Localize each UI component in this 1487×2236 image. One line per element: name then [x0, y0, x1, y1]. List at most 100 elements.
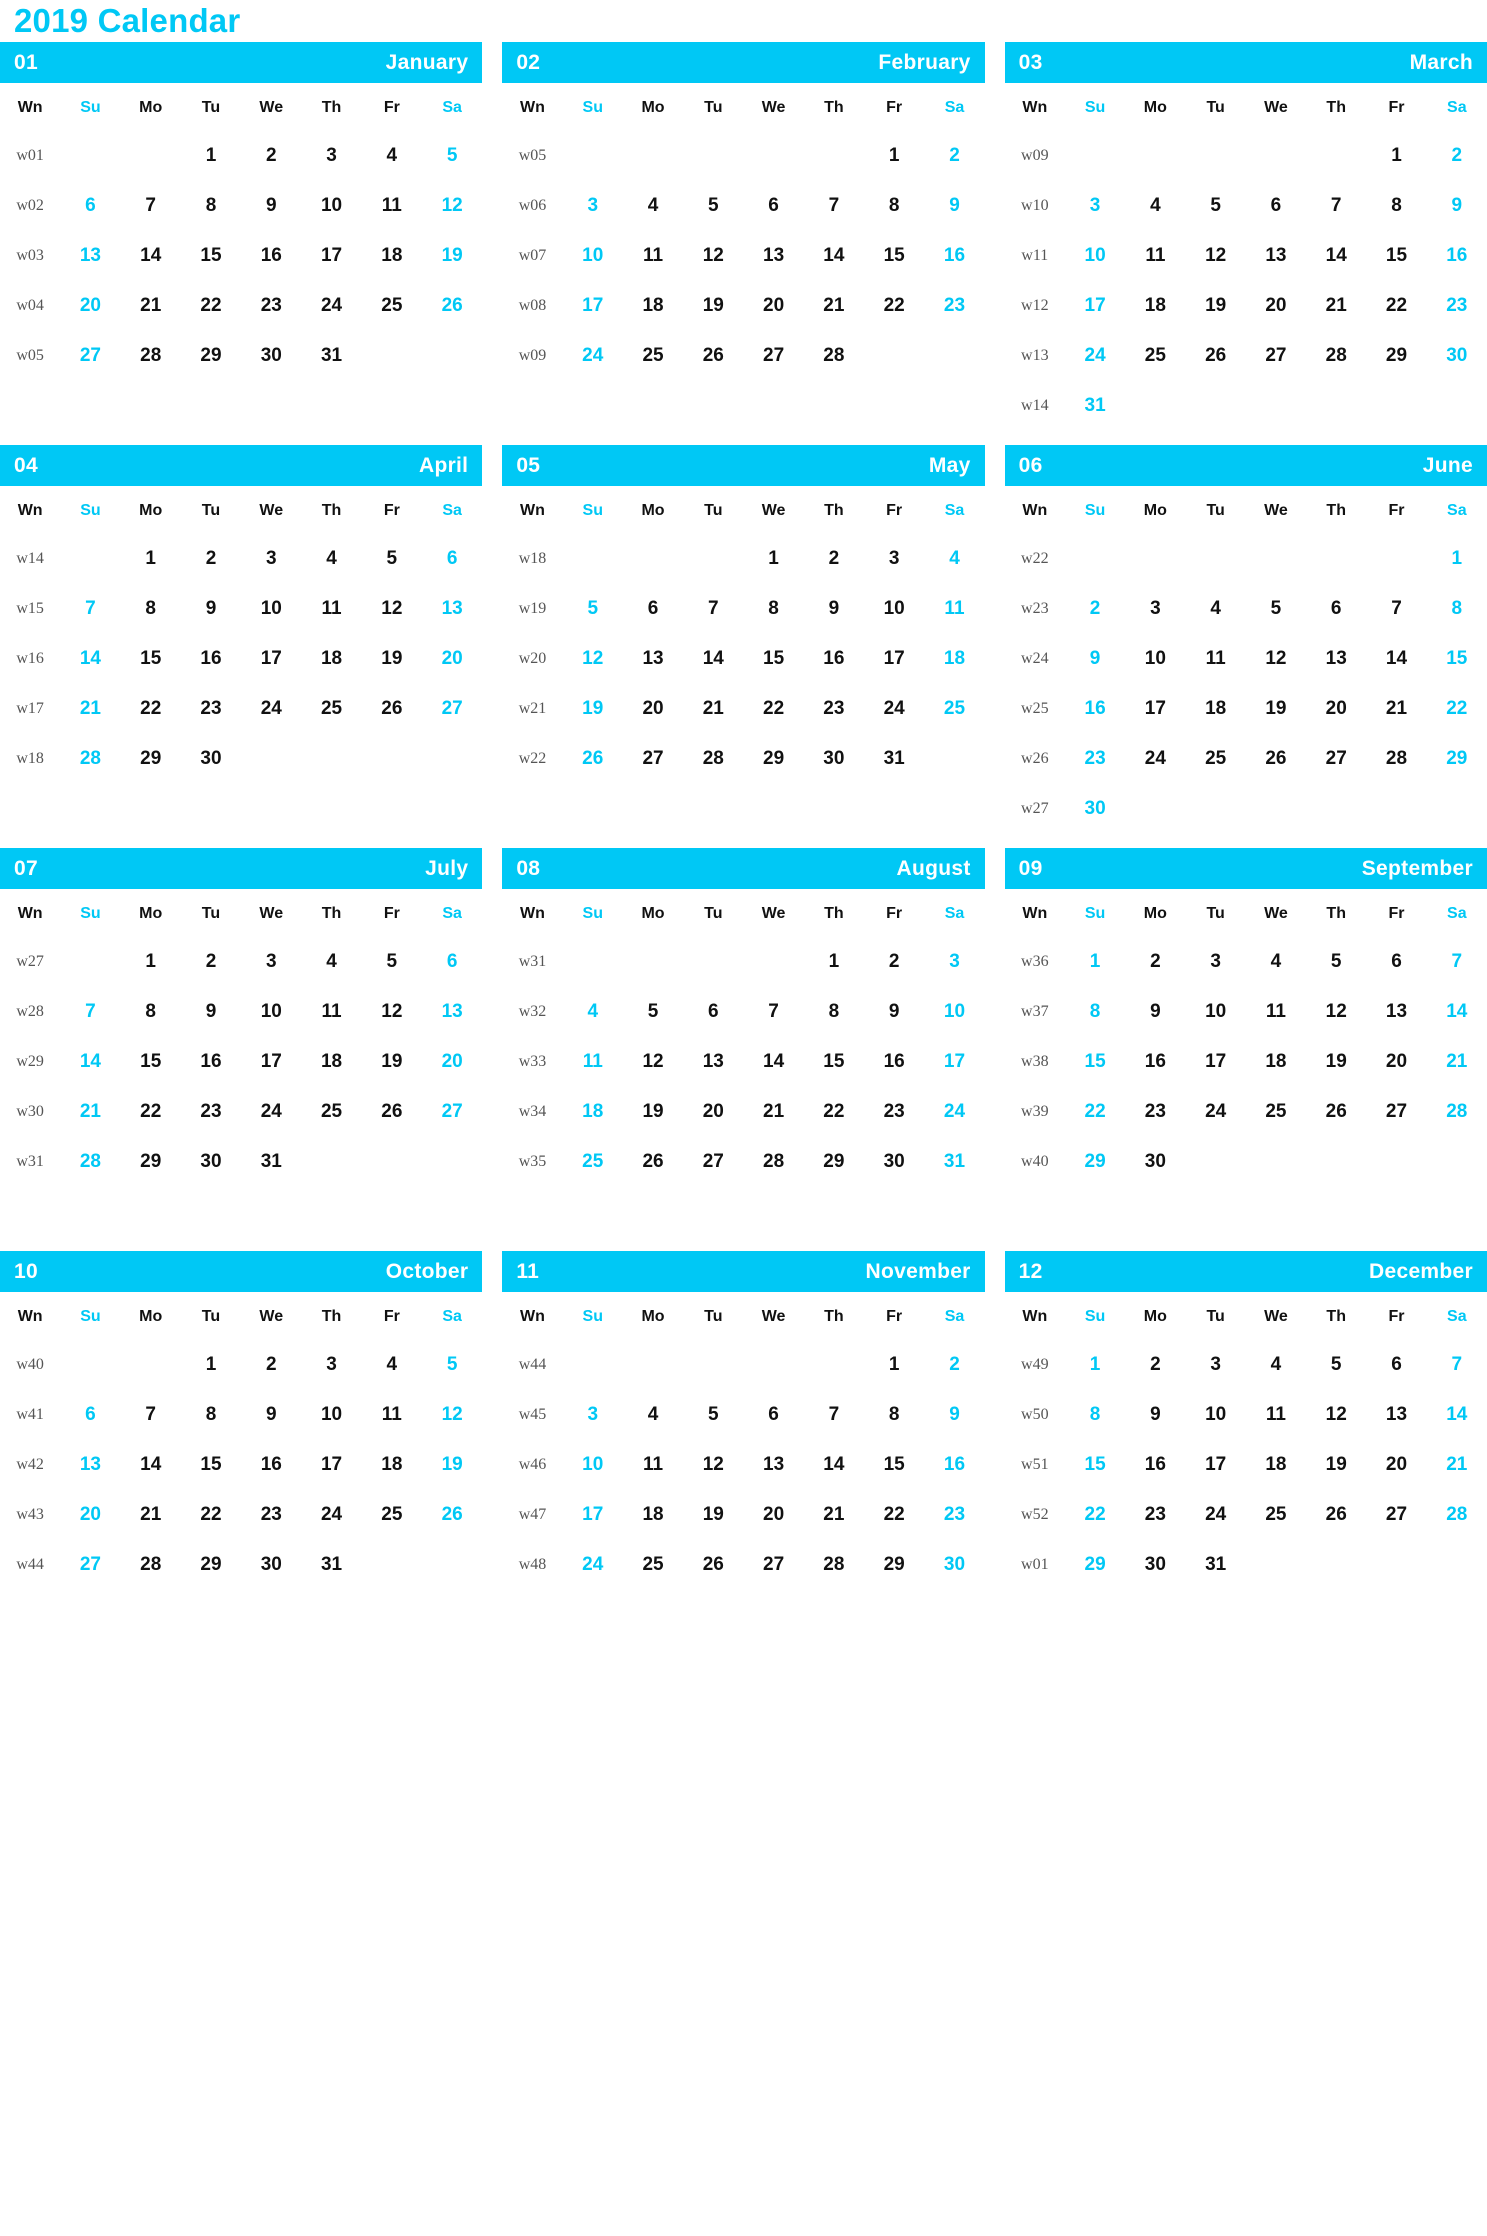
day-cell[interactable]: 13	[623, 634, 683, 684]
day-cell[interactable]: 19	[683, 1490, 743, 1540]
day-cell[interactable]: 30	[804, 734, 864, 784]
day-cell[interactable]: 14	[804, 231, 864, 281]
day-cell[interactable]: 19	[1246, 684, 1306, 734]
day-cell[interactable]: 23	[1125, 1490, 1185, 1540]
day-cell[interactable]: 11	[362, 181, 422, 231]
day-cell[interactable]: 5	[362, 534, 422, 584]
day-cell[interactable]: 25	[301, 1087, 361, 1137]
day-cell[interactable]: 3	[1125, 584, 1185, 634]
day-cell[interactable]: 25	[563, 1137, 623, 1187]
day-cell[interactable]: 7	[1427, 1340, 1487, 1390]
day-cell[interactable]: 2	[1427, 131, 1487, 181]
day-cell[interactable]: 20	[1246, 281, 1306, 331]
day-cell[interactable]: 5	[683, 1390, 743, 1440]
day-cell[interactable]: 20	[743, 281, 803, 331]
day-cell[interactable]: 16	[924, 231, 984, 281]
day-cell[interactable]: 15	[743, 634, 803, 684]
day-cell[interactable]: 25	[362, 281, 422, 331]
day-cell[interactable]: 17	[1065, 281, 1125, 331]
day-cell[interactable]: 20	[422, 634, 482, 684]
day-cell[interactable]: 16	[924, 1440, 984, 1490]
day-cell[interactable]: 28	[60, 734, 120, 784]
day-cell[interactable]: 23	[1125, 1087, 1185, 1137]
day-cell[interactable]: 18	[301, 1037, 361, 1087]
day-cell[interactable]: 23	[1065, 734, 1125, 784]
day-cell[interactable]: 27	[1366, 1490, 1426, 1540]
day-cell[interactable]: 2	[181, 534, 241, 584]
day-cell[interactable]: 29	[121, 1137, 181, 1187]
day-cell[interactable]: 6	[60, 1390, 120, 1440]
day-cell[interactable]: 15	[1065, 1037, 1125, 1087]
day-cell[interactable]: 27	[1366, 1087, 1426, 1137]
day-cell[interactable]: 8	[1366, 181, 1426, 231]
day-cell[interactable]: 10	[563, 1440, 623, 1490]
day-cell[interactable]: 9	[924, 1390, 984, 1440]
day-cell[interactable]: 10	[924, 987, 984, 1037]
day-cell[interactable]: 23	[241, 1490, 301, 1540]
day-cell[interactable]: 1	[121, 534, 181, 584]
day-cell[interactable]: 4	[1125, 181, 1185, 231]
day-cell[interactable]: 28	[1427, 1087, 1487, 1137]
day-cell[interactable]: 9	[181, 584, 241, 634]
day-cell[interactable]: 18	[362, 1440, 422, 1490]
day-cell[interactable]: 22	[121, 1087, 181, 1137]
day-cell[interactable]: 24	[924, 1087, 984, 1137]
day-cell[interactable]: 9	[804, 584, 864, 634]
day-cell[interactable]: 25	[301, 684, 361, 734]
day-cell[interactable]: 1	[181, 1340, 241, 1390]
day-cell[interactable]: 30	[1427, 331, 1487, 381]
day-cell[interactable]: 24	[563, 1540, 623, 1590]
day-cell[interactable]: 4	[301, 937, 361, 987]
day-cell[interactable]: 27	[623, 734, 683, 784]
day-cell[interactable]: 9	[1125, 987, 1185, 1037]
day-cell[interactable]: 11	[301, 987, 361, 1037]
day-cell[interactable]: 30	[924, 1540, 984, 1590]
day-cell[interactable]: 10	[1065, 231, 1125, 281]
day-cell[interactable]: 20	[60, 281, 120, 331]
day-cell[interactable]: 1	[864, 131, 924, 181]
day-cell[interactable]: 7	[1366, 584, 1426, 634]
day-cell[interactable]: 13	[1366, 987, 1426, 1037]
day-cell[interactable]: 31	[241, 1137, 301, 1187]
day-cell[interactable]: 18	[924, 634, 984, 684]
day-cell[interactable]: 18	[1125, 281, 1185, 331]
day-cell[interactable]: 29	[181, 331, 241, 381]
day-cell[interactable]: 29	[804, 1137, 864, 1187]
day-cell[interactable]: 13	[743, 1440, 803, 1490]
day-cell[interactable]: 14	[121, 1440, 181, 1490]
day-cell[interactable]: 16	[181, 1037, 241, 1087]
day-cell[interactable]: 29	[121, 734, 181, 784]
day-cell[interactable]: 3	[241, 534, 301, 584]
day-cell[interactable]: 22	[1427, 684, 1487, 734]
day-cell[interactable]: 16	[804, 634, 864, 684]
day-cell[interactable]: 23	[181, 1087, 241, 1137]
day-cell[interactable]: 21	[804, 281, 864, 331]
day-cell[interactable]: 13	[1246, 231, 1306, 281]
day-cell[interactable]: 28	[121, 331, 181, 381]
day-cell[interactable]: 26	[623, 1137, 683, 1187]
day-cell[interactable]: 7	[1306, 181, 1366, 231]
day-cell[interactable]: 23	[924, 281, 984, 331]
day-cell[interactable]: 5	[1306, 1340, 1366, 1390]
day-cell[interactable]: 24	[1125, 734, 1185, 784]
day-cell[interactable]: 16	[1125, 1440, 1185, 1490]
day-cell[interactable]: 9	[864, 987, 924, 1037]
day-cell[interactable]: 5	[1306, 937, 1366, 987]
day-cell[interactable]: 15	[181, 231, 241, 281]
day-cell[interactable]: 14	[121, 231, 181, 281]
day-cell[interactable]: 23	[181, 684, 241, 734]
day-cell[interactable]: 7	[121, 181, 181, 231]
day-cell[interactable]: 7	[60, 987, 120, 1037]
day-cell[interactable]: 10	[563, 231, 623, 281]
day-cell[interactable]: 14	[60, 634, 120, 684]
day-cell[interactable]: 16	[241, 1440, 301, 1490]
day-cell[interactable]: 15	[864, 231, 924, 281]
day-cell[interactable]: 15	[121, 634, 181, 684]
day-cell[interactable]: 27	[683, 1137, 743, 1187]
day-cell[interactable]: 12	[422, 181, 482, 231]
day-cell[interactable]: 20	[743, 1490, 803, 1540]
day-cell[interactable]: 30	[1125, 1137, 1185, 1187]
day-cell[interactable]: 1	[804, 937, 864, 987]
day-cell[interactable]: 6	[1366, 937, 1426, 987]
day-cell[interactable]: 4	[623, 181, 683, 231]
